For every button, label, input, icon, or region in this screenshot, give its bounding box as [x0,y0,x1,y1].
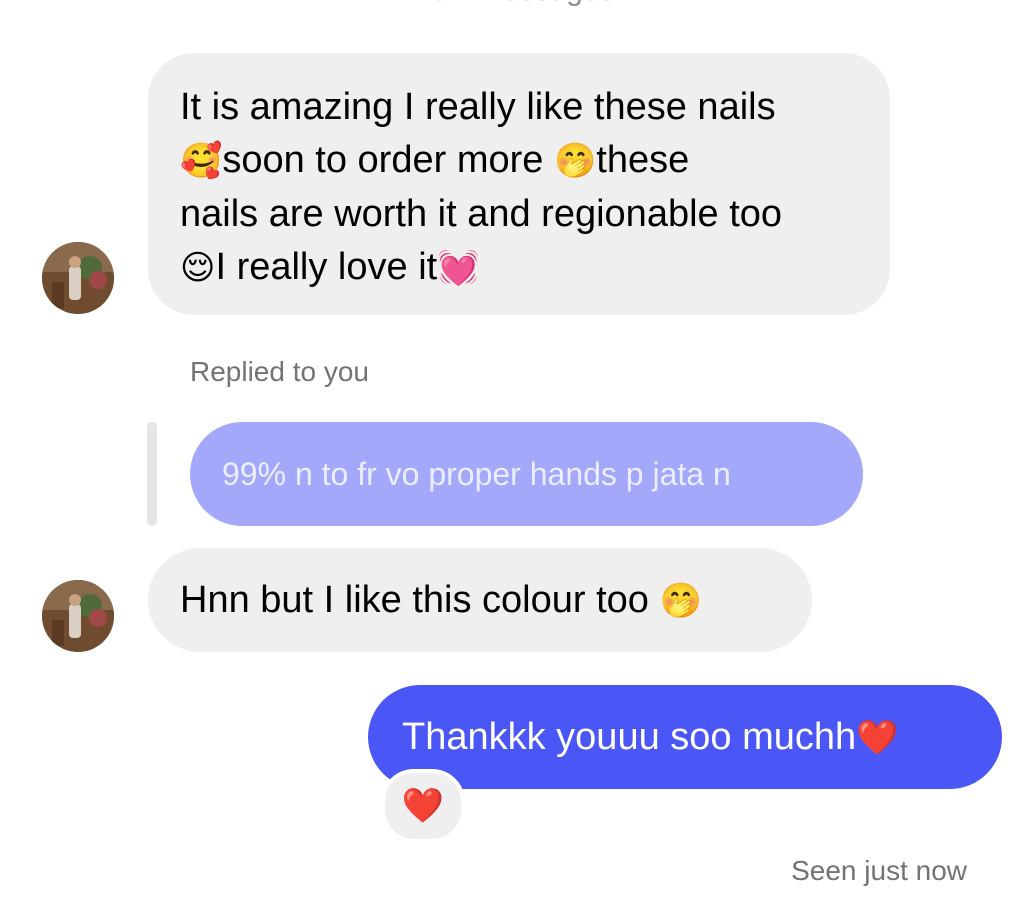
quoted-message-bubble[interactable]: 99% n to fr vo proper hands p jata n [190,422,863,526]
message-text-line: 🥰soon to order more 🤭these [180,139,690,181]
sender-avatar[interactable] [42,580,114,652]
reply-context-label: Replied to you [190,356,370,387]
incoming-message-bubble[interactable]: It is amazing I really like these nails … [148,53,890,315]
message-text-line: nails are worth it and regionable too [180,193,783,235]
outgoing-message-bubble[interactable]: Thankkk youuu soo muchh❤️ [368,685,1002,789]
relieved-face-emoji: 😌 [180,248,216,288]
beating-heart-emoji: 💓 [437,248,480,288]
red-heart-emoji: ❤️ [856,718,899,758]
incoming-message-bubble[interactable]: Hnn but I like this colour too 🤭 [148,548,812,652]
reply-indicator-bar [147,422,157,526]
hand-over-mouth-emoji: 🤭 [553,141,597,181]
sender-avatar[interactable] [42,242,114,314]
hand-over-mouth-emoji: 🤭 [659,581,702,621]
message-text: Thankkk youuu soo muchh [402,716,857,758]
new-messages-divider: New messages [0,0,1024,8]
seen-status: Seen just now [791,855,967,886]
smiling-hearts-emoji: 🥰 [180,141,223,181]
message-text: Hnn but I like this colour too [180,579,660,621]
message-text-line: 😌I really love it💓 [180,246,480,288]
message-text-line: It is amazing I really like these nails [180,86,776,128]
heart-reaction-badge[interactable]: ❤️ [381,769,465,843]
